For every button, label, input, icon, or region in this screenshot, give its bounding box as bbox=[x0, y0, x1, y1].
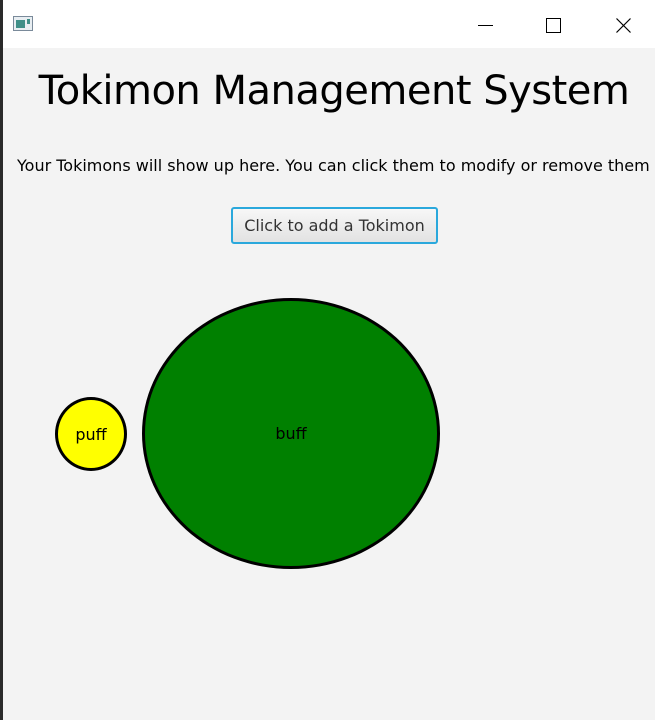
minimize-icon bbox=[478, 25, 493, 26]
maximize-button[interactable] bbox=[531, 0, 577, 48]
tokimon-puff[interactable]: puff bbox=[55, 397, 127, 471]
add-tokimon-button[interactable]: Click to add a Tokimon bbox=[231, 207, 438, 244]
close-button[interactable] bbox=[601, 0, 647, 48]
page-title: Tokimon Management System bbox=[38, 68, 630, 114]
title-bar[interactable] bbox=[3, 0, 655, 48]
app-icon bbox=[13, 16, 33, 31]
minimize-button[interactable] bbox=[463, 0, 509, 48]
close-icon bbox=[616, 18, 631, 33]
tokimon-buff[interactable]: buff bbox=[142, 298, 440, 569]
tokimon-label: puff bbox=[75, 424, 107, 444]
instructions-text: Your Tokimons will show up here. You can… bbox=[17, 156, 650, 175]
tokimon-label: buff bbox=[275, 424, 307, 443]
maximize-icon bbox=[546, 18, 561, 33]
app-window: Tokimon Management System Your Tokimons … bbox=[3, 0, 655, 720]
